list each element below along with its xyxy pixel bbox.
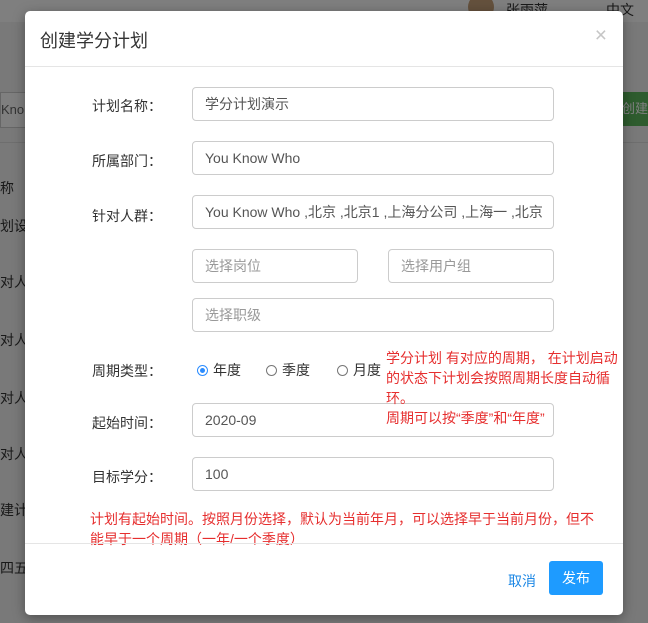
audience-select[interactable]: You Know Who ,北京 ,北京1 ,上海分公司 ,上海一 ,北京 xyxy=(192,195,554,229)
start-time-label: 起始时间： xyxy=(92,415,162,431)
radio-icon[interactable] xyxy=(337,364,348,376)
annotation-line: 周期可以按“季度”和“年度” xyxy=(386,410,545,426)
footer-divider xyxy=(25,543,623,544)
annotation-line: 能早于一个周期（一年/一个季度） xyxy=(90,531,304,547)
target-credit-label: 目标学分： xyxy=(92,469,162,485)
close-icon[interactable]: × xyxy=(595,24,607,48)
cycle-option-quarter[interactable]: 季度 xyxy=(266,360,310,380)
rank-select[interactable]: 选择职级 xyxy=(192,298,554,332)
target-credit-input[interactable]: 100 xyxy=(192,457,554,491)
annotation-line: 环。 xyxy=(386,390,414,406)
create-credit-plan-dialog: 创建学分计划 × 计划名称： 学分计划演示 所属部门： You Know Who… xyxy=(25,11,623,615)
annotation-line: 学分计划 有对应的周期， 在计划启动 xyxy=(386,350,618,366)
cycle-option-label: 月度 xyxy=(353,362,381,378)
audience-label: 针对人群： xyxy=(92,208,162,224)
cycle-option-label: 季度 xyxy=(282,362,310,378)
user-group-select[interactable]: 选择用户组 xyxy=(388,249,554,283)
radio-selected-icon[interactable] xyxy=(197,364,208,376)
department-label: 所属部门： xyxy=(92,153,162,169)
cycle-option-label: 年度 xyxy=(213,362,241,378)
cycle-option-month[interactable]: 月度 xyxy=(337,360,381,380)
cancel-button[interactable]: 取消 xyxy=(508,571,536,591)
cycle-type-label: 周期类型： xyxy=(92,363,162,379)
department-select[interactable]: You Know Who xyxy=(192,141,554,175)
position-select[interactable]: 选择岗位 xyxy=(192,249,358,283)
plan-name-label: 计划名称： xyxy=(92,98,162,114)
plan-name-input[interactable]: 学分计划演示 xyxy=(192,87,554,121)
cycle-option-year[interactable]: 年度 xyxy=(197,360,241,380)
radio-icon[interactable] xyxy=(266,364,277,376)
cycle-annotation: 学分计划 有对应的周期， 在计划启动 的状态下计划会按照周期长度自动循 环。 周… xyxy=(386,348,623,428)
dialog-header: 创建学分计划 × xyxy=(25,11,623,67)
annotation-line: 的状态下计划会按照周期长度自动循 xyxy=(386,370,610,386)
publish-button[interactable]: 发布 xyxy=(549,561,603,595)
dialog-title: 创建学分计划 xyxy=(40,31,148,51)
annotation-line: 计划有起始时间。按照月份选择，默认为当前年月，可以选择早于当前月份，但不 xyxy=(90,511,594,527)
